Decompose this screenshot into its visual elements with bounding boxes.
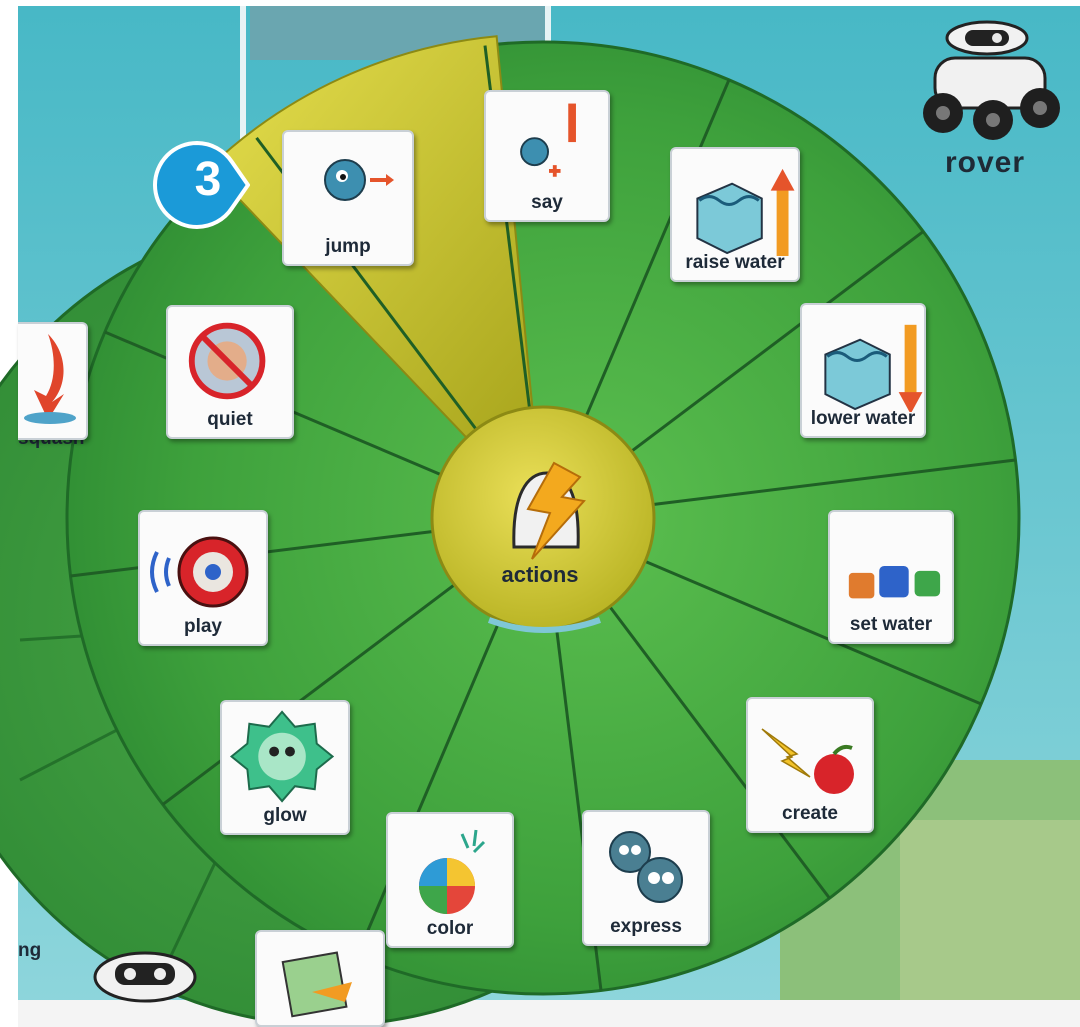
menu-item-lower-water[interactable]: lower water: [800, 303, 926, 438]
step-number: 3: [194, 153, 222, 206]
back-menu-label-partial[interactable]: ng: [18, 940, 41, 962]
menu-item-create[interactable]: create: [746, 697, 874, 833]
menu-item-quiet[interactable]: quiet: [166, 305, 294, 439]
menu-item-label: express: [610, 916, 682, 937]
lower-water-icon: [824, 324, 923, 412]
menu-item-color[interactable]: color: [386, 812, 514, 948]
back-character-icon: [93, 951, 197, 1003]
menu-item-say[interactable]: say: [484, 90, 610, 222]
color-icon: [419, 829, 486, 914]
raise-water-icon: [696, 168, 795, 256]
rover-robot-icon[interactable]: [915, 8, 1075, 148]
play-sound-icon: [150, 536, 249, 608]
menu-item-label: quiet: [207, 409, 253, 430]
glow-icon: [229, 710, 335, 803]
back-menu-squash-tile[interactable]: [18, 322, 88, 440]
menu-item-label: jump: [325, 236, 371, 257]
menu-item-express[interactable]: express: [582, 810, 710, 946]
menu-item-label: color: [426, 918, 474, 939]
character-name: rover: [945, 146, 1026, 179]
menu-item-set-water[interactable]: set water: [828, 510, 954, 644]
menu-item-jump[interactable]: jump: [282, 130, 414, 266]
express-icon: [609, 831, 683, 903]
menu-item-label: create: [782, 803, 838, 824]
jump-kodu-icon: [324, 159, 394, 201]
create-icon: [761, 728, 854, 794]
menu-item-label: raise water: [685, 252, 785, 273]
actions-lightning-icon: [512, 461, 586, 560]
actions-hub-label[interactable]: actions: [480, 562, 600, 588]
paper-icon: [281, 951, 352, 1018]
menu-item-raise-water[interactable]: raise water: [670, 147, 800, 282]
quiet-icon: [188, 322, 266, 400]
say-icon: [520, 103, 576, 177]
kodu-pie-menu-screen: 3 actions rover squash ng: [0, 0, 1080, 1027]
menu-item-glow[interactable]: glow: [220, 700, 350, 835]
menu-item-label: lower water: [810, 408, 916, 429]
menu-item-play[interactable]: play: [138, 510, 268, 646]
menu-item-label: say: [531, 192, 563, 213]
back-menu-tile-bottom[interactable]: [255, 930, 385, 1027]
menu-item-label: set water: [849, 614, 933, 635]
squash-icon: [24, 334, 76, 424]
menu-item-label: play: [183, 616, 223, 637]
set-water-icon: [848, 565, 941, 599]
menu-item-label: glow: [263, 805, 307, 826]
